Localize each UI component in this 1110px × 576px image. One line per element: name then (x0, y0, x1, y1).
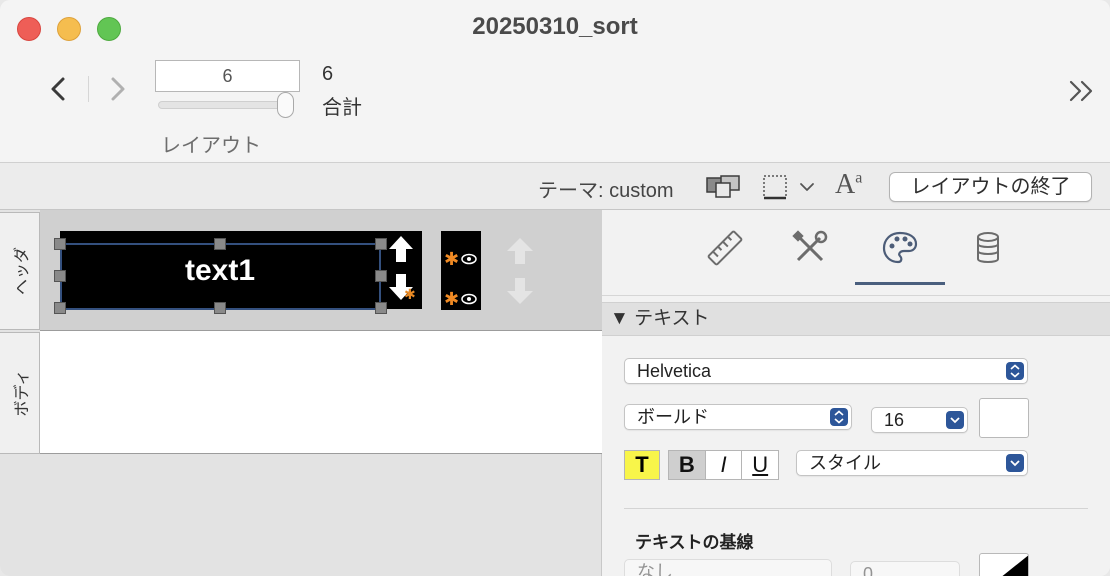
eye-icon (461, 253, 477, 265)
baseline-size-select[interactable]: 0 (850, 561, 960, 576)
resize-handle[interactable] (54, 302, 66, 314)
text-style-select[interactable]: スタイル (796, 450, 1028, 476)
font-size-value: 16 (884, 410, 905, 430)
exit-layout-button[interactable]: レイアウトの終了 (889, 172, 1092, 202)
ruler-icon[interactable] (705, 228, 745, 268)
resize-handle[interactable] (214, 238, 226, 250)
baseline-select[interactable]: なし (624, 559, 832, 576)
active-tab-indicator (855, 282, 945, 285)
baseline-value: なし (637, 562, 673, 576)
badge-row: ✱ (444, 249, 480, 269)
asterisk-icon: ✱ (404, 286, 416, 302)
underline-button[interactable]: U (742, 451, 779, 479)
field-badge-box[interactable]: ✱ ✱ (441, 231, 481, 310)
next-record-icon[interactable] (104, 74, 130, 104)
record-slider-track[interactable] (158, 101, 286, 109)
part-tab-body[interactable]: ボディ (0, 332, 40, 454)
chevron-down-icon[interactable] (798, 178, 816, 196)
baseline-section-title: テキストの基線 (635, 533, 754, 552)
palette-icon[interactable] (880, 228, 920, 268)
updown-stepper-icon (830, 408, 848, 426)
sort-down-disabled-icon (507, 278, 533, 304)
section-divider (624, 508, 1088, 509)
record-number-field[interactable]: 6 (155, 60, 300, 92)
arrange-icon[interactable] (705, 174, 743, 200)
layout-menu-label[interactable]: レイアウト (161, 129, 261, 158)
part-tab-header-label: ヘッダ (13, 246, 31, 296)
app-window: 20250310_sort 6 レイアウト 6 合計 テーマ: custom A… (0, 0, 1110, 576)
resize-handle[interactable] (214, 302, 226, 314)
font-family-value: Helvetica (637, 361, 712, 381)
eye-icon (461, 293, 477, 305)
title-bar: 20250310_sort (0, 0, 1110, 56)
layout-canvas: ヘッダ ボディ text1 ✱ ✱ ✱ (0, 210, 602, 576)
selection-frame (60, 243, 381, 310)
theme-label: テーマ: custom (538, 180, 674, 202)
updown-stepper-icon (1006, 362, 1024, 380)
text-section-header[interactable]: ▼ テキスト (602, 302, 1110, 336)
badge-row: ✱ (444, 289, 480, 309)
text-style-value: スタイル (809, 453, 881, 473)
sort-up-disabled-icon (507, 238, 533, 264)
resize-handle[interactable] (375, 238, 387, 250)
font-icon-sup: a (855, 169, 863, 187)
inspector-panel: ▼ テキスト Helvetica ボールド 16 T B I U スタイル テキ… (602, 210, 1110, 576)
baseline-size-value: 0 (863, 564, 874, 576)
chevron-down-icon (946, 411, 964, 429)
part-tab-body-label: ボディ (13, 369, 31, 417)
resize-handle[interactable] (375, 302, 387, 314)
font-family-select[interactable]: Helvetica (624, 358, 1028, 384)
nav-divider (88, 76, 89, 102)
bold-button[interactable]: B (669, 451, 706, 479)
font-icon[interactable]: Aa (835, 169, 869, 201)
chevron-down-icon (1006, 454, 1024, 472)
baseline-color-well[interactable] (979, 553, 1029, 576)
resize-handle[interactable] (54, 238, 66, 250)
resize-handle[interactable] (375, 270, 387, 282)
record-count: 6 (322, 63, 334, 85)
part-tab-header[interactable]: ヘッダ (0, 212, 40, 330)
window-title: 20250310_sort (472, 13, 638, 40)
font-style-select[interactable]: ボールド (624, 404, 852, 430)
database-icon[interactable] (968, 228, 1008, 268)
font-size-select[interactable]: 16 (871, 407, 968, 433)
record-count-label: 合計 (322, 97, 362, 119)
font-icon-main: A (835, 169, 856, 200)
border-icon[interactable] (761, 173, 789, 201)
text-format-group: B I U (668, 450, 779, 480)
italic-button[interactable]: I (705, 451, 743, 479)
text-color-well[interactable] (979, 398, 1029, 438)
tools-icon[interactable] (790, 228, 830, 268)
sort-up-arrow-icon[interactable] (387, 234, 415, 264)
layout-bar: テーマ: custom Aa レイアウトの終了 (0, 162, 1110, 210)
body-part[interactable] (40, 331, 602, 454)
more-toolbar-icon[interactable] (1067, 78, 1097, 104)
record-slider-thumb[interactable] (277, 92, 294, 118)
asterisk-icon: ✱ (444, 289, 460, 309)
asterisk-icon: ✱ (444, 249, 460, 269)
resize-handle[interactable] (54, 270, 66, 282)
font-style-value: ボールド (637, 407, 709, 427)
inspector-tabs (602, 210, 1110, 296)
text-highlight-button[interactable]: T (624, 450, 660, 480)
previous-record-icon[interactable] (46, 74, 72, 104)
